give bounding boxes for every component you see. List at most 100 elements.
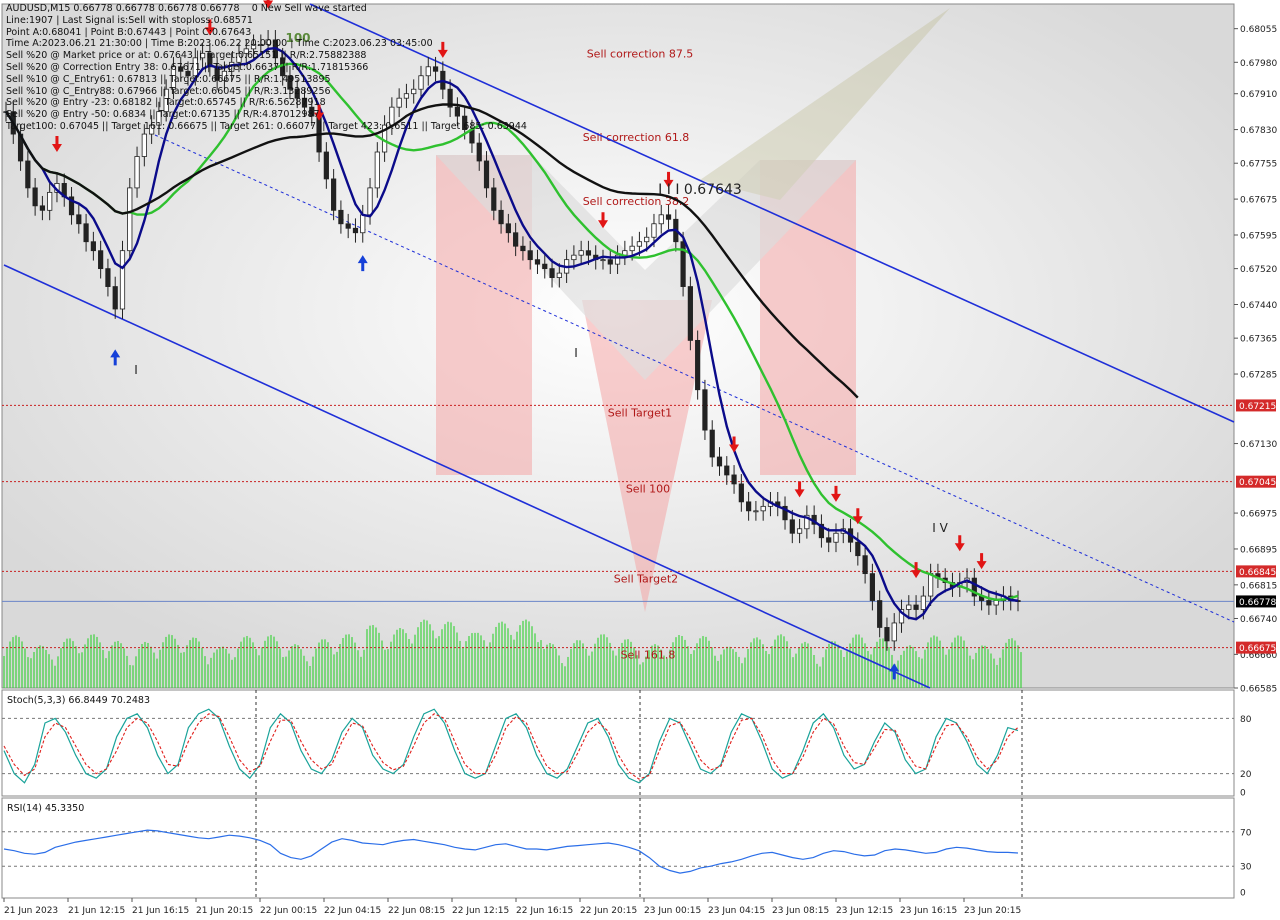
candle-body <box>25 160 31 189</box>
stoch-tick-label: 20 <box>1240 770 1252 780</box>
candle-body <box>644 236 650 243</box>
info-line: Target100: 0.67045 || Target 161: 0.6667… <box>6 120 527 132</box>
candle-body <box>746 501 752 512</box>
candle-body <box>98 250 104 270</box>
price-tick-label: 0.66585 <box>1240 685 1277 695</box>
time-tick-label: 22 Jun 20:15 <box>580 906 637 916</box>
time-tick-label: 22 Jun 04:15 <box>324 906 381 916</box>
stoch-title: Stoch(5,3,3) 66.8449 70.2483 <box>7 695 150 706</box>
candle-body <box>367 187 373 216</box>
candle-body <box>738 483 744 503</box>
candle-body <box>585 250 592 256</box>
symbol-header: AUDUSD,M15 0.66778 0.66778 0.66778 0.667… <box>6 3 240 14</box>
time-tick-label: 23 Jun 12:15 <box>836 906 893 916</box>
time-tick-label: 23 Jun 08:15 <box>772 906 829 916</box>
level-label: Sell Target2 <box>614 572 678 585</box>
candle-body <box>76 214 82 225</box>
rsi-tick-label: 30 <box>1240 863 1252 873</box>
candle-body <box>498 209 504 225</box>
info-line: Time A:2023.06.21 21:30:00 | Time B:2023… <box>6 38 433 50</box>
price-tag-label: 0.67215 <box>1239 402 1276 412</box>
candle-body <box>716 456 723 467</box>
wave-label: I V <box>932 521 948 535</box>
time-tick-label: 22 Jun 12:15 <box>452 906 509 916</box>
candle-body <box>884 627 890 642</box>
candle-body <box>600 259 606 262</box>
candle-body <box>665 214 672 220</box>
price-tick-label: 0.67910 <box>1240 90 1277 100</box>
candle-body <box>651 223 657 238</box>
info-line: Point A:0.68041 | Point B:0.67443 | Poin… <box>6 26 252 38</box>
info-line: Sell %10 @ C_Entry61: 0.67813 || Target:… <box>6 73 331 85</box>
candle-body <box>578 250 584 256</box>
candle-body <box>753 510 759 513</box>
price-tick-label: 0.67980 <box>1240 59 1277 69</box>
candle-body <box>513 232 519 247</box>
price-tick-label: 0.67365 <box>1240 335 1277 345</box>
rsi-panel-frame <box>1 797 1235 899</box>
candle-body <box>127 187 133 252</box>
time-tick-label: 22 Jun 16:15 <box>516 906 573 916</box>
candle-body <box>542 263 548 270</box>
price-tag-label: 0.66675 <box>1239 644 1276 654</box>
rsi-tick-label: 0 <box>1240 889 1246 899</box>
wave-label: I <box>134 363 138 377</box>
candle-body <box>877 600 883 628</box>
candle-body <box>483 160 490 189</box>
candle-body <box>534 259 541 265</box>
chart-canvas[interactable]: Sell correction 87.5 Sell correction 61.8… <box>0 0 1280 920</box>
candle-body <box>556 272 562 278</box>
candle-body <box>702 389 708 431</box>
candle-body <box>491 187 497 211</box>
status-text: 0 New Sell wave started <box>251 3 367 14</box>
candle-body <box>826 537 832 543</box>
candle-body <box>32 187 38 207</box>
candle-body <box>724 465 730 476</box>
candle-body <box>527 250 533 261</box>
info-line: Sell %10 @ C_Entry88: 0.67966 || Target:… <box>6 85 331 97</box>
candle-body <box>119 250 126 310</box>
time-tick-label: 21 Jun 2023 <box>4 906 58 916</box>
time-tick-label: 21 Jun 16:15 <box>132 906 189 916</box>
candle-body <box>833 532 839 543</box>
price-tick-label: 0.67440 <box>1240 301 1277 311</box>
candle-body <box>869 573 875 601</box>
candle-body <box>39 205 46 211</box>
stoch-tick-label: 0 <box>1240 789 1246 799</box>
price-tag-label: 0.67045 <box>1239 478 1276 488</box>
candle-body <box>906 604 912 610</box>
candle-body <box>134 156 140 189</box>
price-tick-label: 0.67675 <box>1240 196 1277 206</box>
stoch-panel-frame <box>1 689 1235 797</box>
candle-body <box>476 142 482 162</box>
wave-label: I <box>574 346 578 360</box>
time-tick-label: 22 Jun 08:15 <box>388 906 445 916</box>
candle-body <box>789 519 795 534</box>
indicator-info-block: AUDUSD,M15 0.66778 0.66778 0.66778 0.667… <box>6 3 527 133</box>
time-tick-label: 22 Jun 00:15 <box>260 906 317 916</box>
candle-body <box>607 259 613 265</box>
price-tick-label: 0.67830 <box>1240 126 1277 136</box>
candle-body <box>862 555 868 575</box>
level-label: Sell Target1 <box>608 406 672 419</box>
candle-body <box>345 223 351 229</box>
time-tick-label: 23 Jun 04:15 <box>708 906 765 916</box>
time-tick-label: 21 Jun 20:15 <box>196 906 253 916</box>
price-tick-label: 0.66975 <box>1240 510 1277 520</box>
candle-body <box>47 191 53 211</box>
level-label: Sell correction 61.8 <box>583 131 690 144</box>
time-tick-label: 23 Jun 16:15 <box>900 906 957 916</box>
info-line: Sell %20 @ Entry -23: 0.68182 || Target:… <box>6 97 326 109</box>
candle-body <box>141 133 147 157</box>
price-tick-label: 0.66740 <box>1240 615 1277 625</box>
candle-body <box>629 245 635 252</box>
price-tick-label: 0.66895 <box>1240 545 1277 555</box>
chart-window: Sell correction 87.5 Sell correction 61.8… <box>0 0 1280 920</box>
candle-body <box>687 286 693 341</box>
candle-body <box>352 227 359 234</box>
stoch-tick-label: 80 <box>1240 715 1252 725</box>
candle-body <box>331 178 337 211</box>
candle-body <box>360 214 366 234</box>
candle-body <box>323 151 329 180</box>
time-tick-label: 23 Jun 00:15 <box>644 906 701 916</box>
